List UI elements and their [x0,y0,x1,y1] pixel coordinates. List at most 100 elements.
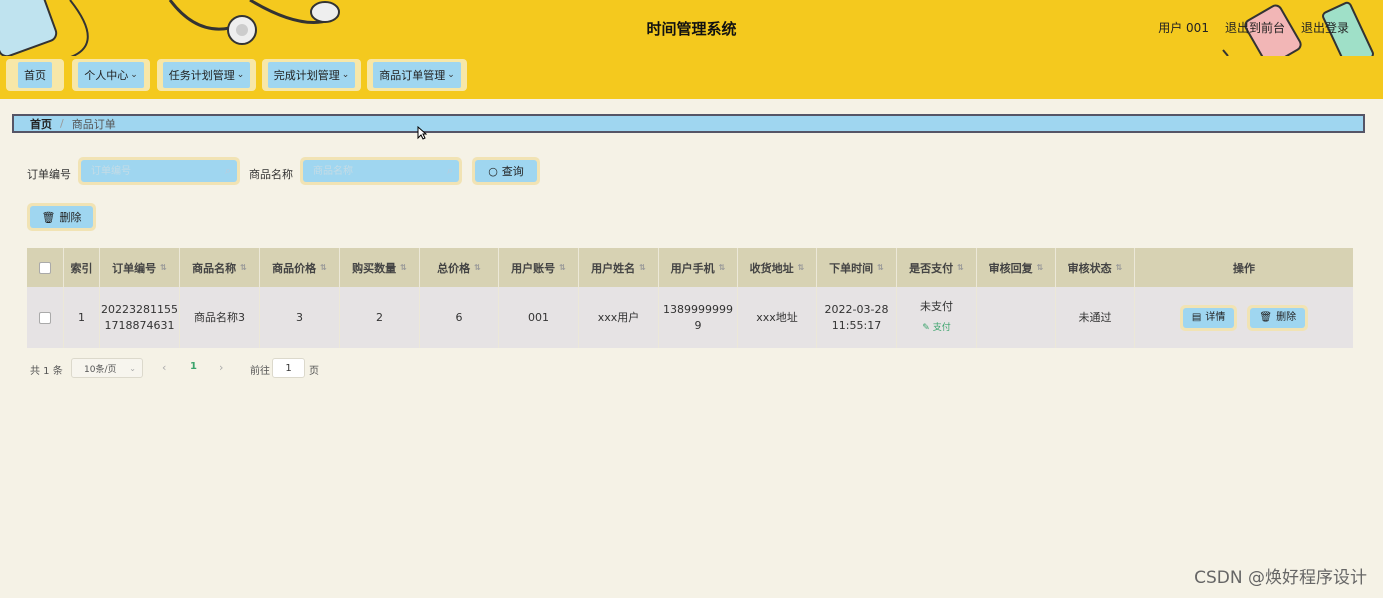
header-actions: 操作 [1233,261,1255,275]
chevron-down-icon: ⌄ [236,70,245,80]
cell-address: xxx地址 [738,287,817,348]
cell-order-time: 2022-03-28 11:55:17 [817,287,897,348]
chevron-down-icon: ⌄ [130,70,138,80]
pay-link[interactable]: ✎ 支付 [922,320,950,336]
breadcrumb-separator: / [60,117,64,130]
row-delete-button[interactable]: 🗑 删除 [1247,304,1309,331]
query-button-label: 查询 [501,165,524,178]
header-user-name[interactable]: 用户姓名 ⇅ [579,248,659,287]
sort-icon: ⇅ [957,263,964,272]
breadcrumb-home[interactable]: 首页 [30,116,52,132]
detail-button[interactable]: ▤ 详情 [1179,304,1238,331]
document-icon: ▤ [1191,311,1202,323]
search-icon: ⌕ [446,164,453,177]
cell-actions: ▤ 详情 🗑 删除 [1135,287,1353,348]
nav-item-product-orders[interactable]: 商品订单管理 ⌄ [367,59,467,91]
cell-account: 001 [499,287,579,348]
sort-icon: ⇅ [160,263,167,272]
nav-item-label: 个人中心 [84,69,129,82]
cell-user-name: xxx用户 [579,287,659,348]
checkbox[interactable] [39,311,51,324]
sort-icon: ⇅ [240,263,247,272]
order-no-input[interactable] [89,164,229,178]
next-page-button[interactable]: › [219,361,223,374]
sort-icon: ⇅ [1115,263,1123,272]
logout-link[interactable]: 退出登录 [1301,19,1349,36]
breadcrumb-current: 商品订单 [71,117,116,131]
nav-item-label: 任务计划管理 [168,69,235,82]
cell-index: 1 [64,287,100,348]
header-address[interactable]: 收货地址 ⇅ [738,248,817,287]
batch-delete-button[interactable]: 🗑 删除 [27,203,96,231]
product-name-label: 商品名称 [249,168,293,181]
nav-item-label: 商品订单管理 [379,69,446,82]
header-review-status[interactable]: 审核状态 ⇅ [1056,248,1135,287]
cell-phone: 1389999999 9 [659,287,738,348]
orders-table: 索引 订单编号 ⇅ 商品名称 ⇅ 商品价格 ⇅ 购买数量 ⇅ 总价格 ⇅ 用户账号 ⇅ 用户… [27,248,1353,348]
cell-product-name: 商品名称3 [180,287,260,348]
sort-icon: ⇅ [474,263,481,272]
sort-icon: ⇅ [797,263,805,272]
nav-item-label: 完成计划管理 [273,69,340,82]
header-price[interactable]: 商品价格 ⇅ [260,248,340,287]
nav-item-task-plan[interactable]: 任务计划管理 ⌄ [157,59,256,91]
product-name-input-wrap: ⌕ [300,157,462,185]
cell-total: 6 [420,287,499,348]
row-select[interactable] [27,287,64,348]
sort-icon: ⇅ [1036,263,1044,272]
product-name-input[interactable] [311,164,451,178]
chevron-down-icon: ⌄ [341,70,350,80]
main-nav: 首页 个人中心 ⌄ 任务计划管理 ⌄ 完成计划管理 ⌄ 商品订单管理 ⌄ [0,56,1383,99]
sort-icon: ⇅ [877,263,884,272]
page-size-select[interactable]: 10条/页 ⌄ [71,358,143,378]
current-page[interactable]: 1 [190,361,197,372]
trash-icon: 🗑 [41,210,56,224]
nav-item-completed-plan[interactable]: 完成计划管理 ⌄ [262,59,361,91]
trash-icon: 🗑 [1259,311,1273,323]
cell-paid: 未支付 ✎ 支付 [897,287,977,348]
cell-order-no: 20223281155 1718874631 [100,287,180,348]
chevron-down-icon: ⌄ [447,70,455,80]
header-order-time[interactable]: 下单时间 ⇅ [817,248,897,287]
header-review-reply[interactable]: 审核回复 ⇅ [977,248,1056,287]
header-order-no[interactable]: 订单编号 ⇅ [100,248,180,287]
header-index: 索引 [64,248,100,287]
paid-status: 未支付 [920,300,953,313]
goto-label: 前往 [250,366,270,377]
cell-price: 3 [260,287,340,348]
header-select-all[interactable] [27,248,64,287]
header-quantity[interactable]: 购买数量 ⇅ [340,248,420,287]
back-to-front-link[interactable]: 退出到前台 [1225,19,1285,36]
header-account[interactable]: 用户账号 ⇅ [499,248,579,287]
order-no-input-wrap: ⌕ [78,157,240,185]
cell-quantity: 2 [340,287,420,348]
sort-icon: ⇅ [718,263,726,272]
query-button[interactable]: ○ 查询 [472,157,540,185]
user-label: 用户 001 [1158,21,1209,35]
cell-review-status: 未通过 [1056,287,1135,348]
sort-icon: ⇅ [559,263,566,272]
order-no-label: 订单编号 [27,168,71,181]
nav-item-label: 首页 [24,69,46,82]
breadcrumb: 首页 / 商品订单 [12,114,1365,133]
pagination-total: 共 1 条 [30,366,63,377]
sort-icon: ⇅ [400,263,407,272]
app-header: 时间管理系统 用户 001 退出到前台 退出登录 [0,0,1383,57]
header-total[interactable]: 总价格 ⇅ [420,248,499,287]
cell-review-reply [977,287,1056,348]
checkbox[interactable] [39,261,51,274]
edit-icon: ✎ [922,323,933,333]
nav-item-personal-center[interactable]: 个人中心 ⌄ [72,59,150,91]
header-product-name[interactable]: 商品名称 ⇅ [180,248,260,287]
search-icon: ○ [488,164,498,178]
sort-icon: ⇅ [320,263,327,272]
header-phone[interactable]: 用户手机 ⇅ [659,248,738,287]
search-icon: ⌕ [224,164,231,177]
mouse-cursor-icon [417,126,427,140]
page-suffix: 页 [309,366,319,377]
header-paid[interactable]: 是否支付 ⇅ [897,248,977,287]
nav-item-home[interactable]: 首页 [6,59,64,91]
watermark: CSDN @焕好程序设计 [1194,568,1367,588]
goto-page-input[interactable]: 1 [272,358,305,378]
prev-page-button[interactable]: ‹ [162,361,166,374]
